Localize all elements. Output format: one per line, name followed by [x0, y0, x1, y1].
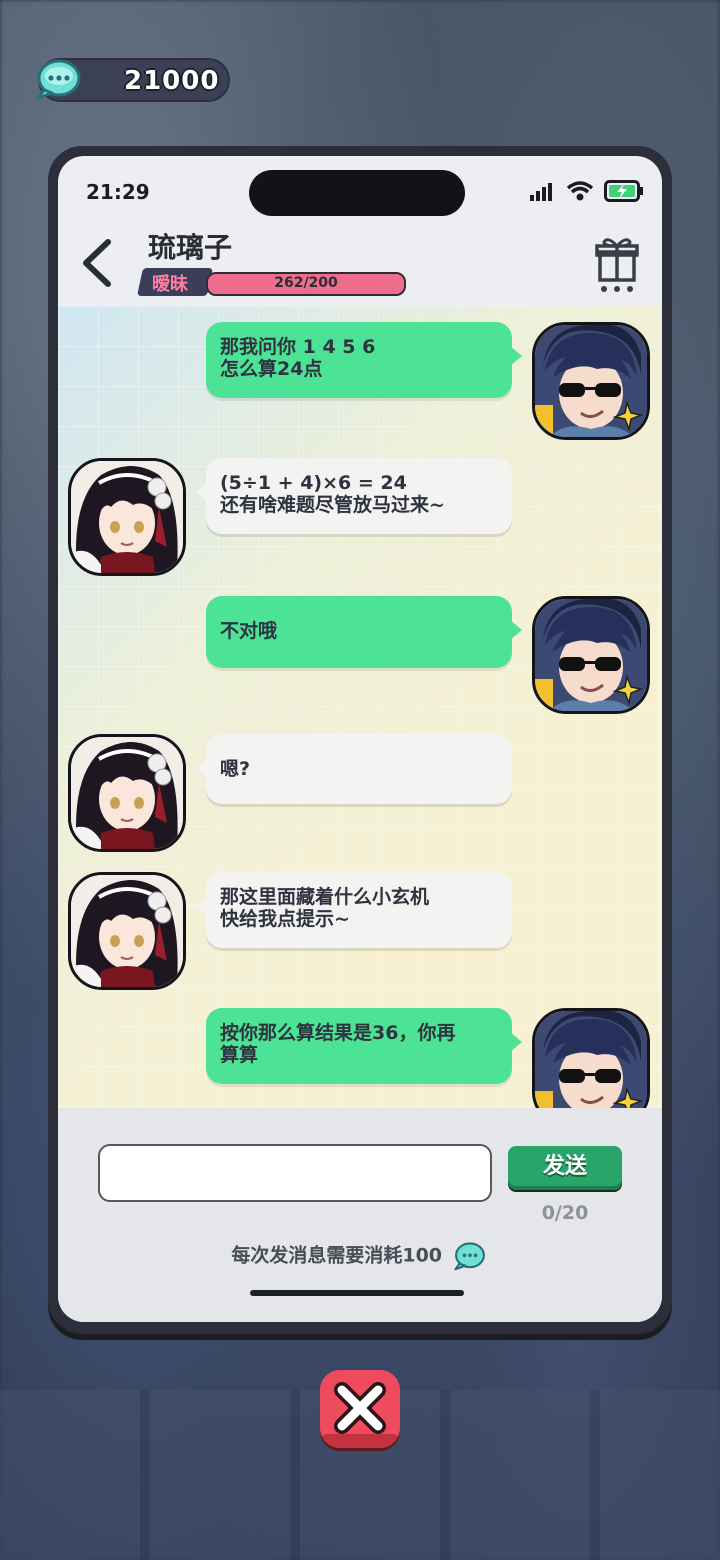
ruriko-portrait [71, 875, 183, 987]
close-button[interactable] [320, 1370, 400, 1448]
affinity-meter: 暧昧 262/200 [137, 268, 406, 298]
chat-message: 按你那么算结果是36，你再 算算 [58, 1008, 662, 1108]
player-portrait [535, 1011, 647, 1108]
affinity-bar: 262/200 [206, 272, 406, 296]
send-button[interactable]: 发送 [508, 1146, 622, 1190]
signal-icon [530, 183, 552, 201]
incoming-message-bubble: 嗯? [196, 734, 512, 804]
currency-value: 21000 [124, 66, 220, 96]
affinity-label: 暧昧 [152, 274, 188, 295]
chat-area[interactable]: 那我问你 1 4 5 6 怎么算24点 (5÷1 + 4)×6 = 24 还有啥… [58, 306, 662, 1108]
cost-note: 每次发消息需要消耗100 [58, 1240, 662, 1272]
chat-message: 嗯? [58, 734, 662, 864]
ruriko-portrait [71, 461, 183, 573]
contact-avatar[interactable] [68, 872, 186, 990]
player-portrait [535, 325, 647, 437]
home-indicator [250, 1290, 464, 1296]
outgoing-message-bubble: 那我问你 1 4 5 6 怎么算24点 [206, 322, 522, 398]
chat-message: 那我问你 1 4 5 6 怎么算24点 [58, 322, 662, 452]
back-button[interactable] [76, 236, 116, 290]
contact-avatar[interactable] [68, 458, 186, 576]
status-icons [530, 180, 644, 202]
input-area: 发送 0/20 每次发消息需要消耗100 [58, 1108, 662, 1322]
affinity-value: 262/200 [274, 275, 338, 291]
contact-name: 琉璃子 [148, 231, 233, 264]
chat-coin-icon [453, 1242, 485, 1271]
chat-coin-icon [36, 59, 81, 100]
player-avatar[interactable] [532, 322, 650, 440]
phone-notch [249, 170, 465, 216]
chat-message: (5÷1 + 4)×6 = 24 还有啥难题尽管放马过来~ [58, 458, 662, 588]
chat-message: 不对哦 [58, 596, 662, 726]
character-counter: 0/20 [541, 1202, 589, 1224]
outgoing-message-bubble: 按你那么算结果是36，你再 算算 [206, 1008, 522, 1084]
phone-frame: 21:29 琉璃子 暧昧 262/200 那我问你 1 4 5 6 怎么算24点… [48, 146, 672, 1334]
player-avatar[interactable] [532, 1008, 650, 1108]
status-time: 21:29 [86, 180, 150, 204]
player-avatar[interactable] [532, 596, 650, 714]
gift-icon[interactable] [594, 234, 640, 294]
outgoing-message-bubble: 不对哦 [206, 596, 522, 668]
incoming-message-bubble: 那这里面藏着什么小玄机 快给我点提示~ [196, 872, 512, 948]
player-portrait [535, 599, 647, 711]
wifi-icon [566, 181, 594, 201]
incoming-message-bubble: (5÷1 + 4)×6 = 24 还有啥难题尽管放马过来~ [196, 458, 512, 534]
phone-screen: 21:29 琉璃子 暧昧 262/200 那我问你 1 4 5 6 怎么算24点… [58, 156, 662, 1322]
currency-display: 21000 [36, 58, 230, 102]
message-input[interactable] [98, 1144, 492, 1202]
contact-avatar[interactable] [68, 734, 186, 852]
battery-charging-icon [604, 180, 643, 202]
ruriko-portrait [71, 737, 183, 849]
chat-message: 那这里面藏着什么小玄机 快给我点提示~ [58, 872, 662, 1002]
cost-note-text: 每次发消息需要消耗100 [231, 1244, 443, 1267]
